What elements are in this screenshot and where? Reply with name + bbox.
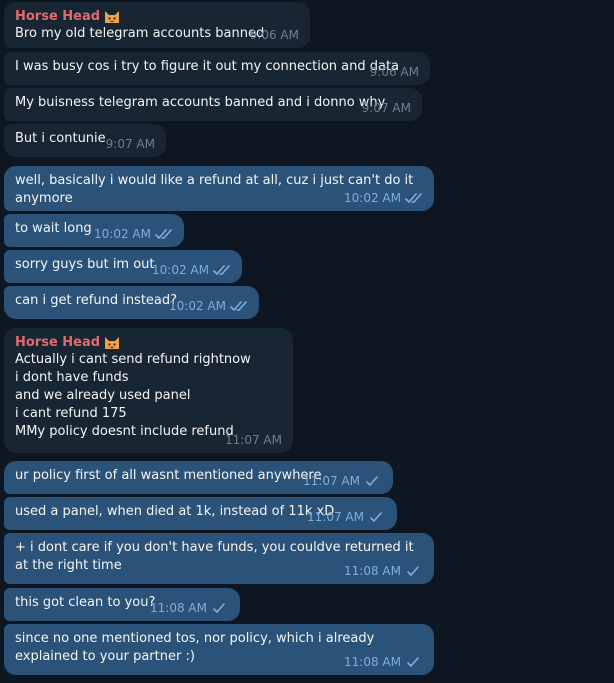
sender-name[interactable]: Horse Head	[15, 334, 282, 351]
message-time: 9:07 AM	[361, 101, 411, 115]
message-time: 10:02 AM	[344, 191, 401, 205]
message-meta: 11:07 AM	[303, 474, 382, 488]
message-text: My buisness telegram accounts banned and…	[15, 95, 386, 110]
single-check-icon	[405, 656, 423, 668]
message-meta: 11:08 AM	[344, 655, 423, 669]
message-meta: 10:02 AM	[94, 227, 173, 241]
outgoing-message[interactable]: can i get refund instead? 10:02 AM	[4, 286, 259, 319]
message-meta: 10:02 AM	[169, 299, 248, 313]
message-meta: 9:07 AM	[106, 137, 155, 151]
outgoing-message[interactable]: to wait long 10:02 AM	[4, 214, 184, 247]
message-time: 10:02 AM	[169, 299, 226, 313]
message-time: 11:07 AM	[225, 433, 282, 447]
message-time: 11:07 AM	[307, 510, 364, 524]
message-time: 9:07 AM	[105, 137, 155, 151]
message-meta: 11:07 AM	[225, 433, 282, 447]
message-time: 9:06 AM	[249, 28, 299, 42]
message-time: 10:02 AM	[152, 263, 209, 277]
sender-name-text: Horse Head	[15, 9, 101, 24]
single-check-icon	[364, 475, 382, 487]
incoming-message[interactable]: Horse Head Actually i cant send refund r…	[4, 328, 293, 453]
message-text: I was busy cos i try to figure it out my…	[15, 59, 400, 74]
message-meta: 11:07 AM	[307, 510, 386, 524]
outgoing-message[interactable]: ur policy first of all wasnt mentioned a…	[4, 461, 393, 494]
chat-history: Horse Head Bro my old telegram accounts …	[0, 0, 614, 683]
double-check-icon	[213, 264, 231, 276]
outgoing-message[interactable]: this got clean to you? 11:08 AM	[4, 588, 240, 621]
message-time: 11:08 AM	[344, 564, 401, 578]
message-time: 11:08 AM	[150, 601, 207, 615]
outgoing-message[interactable]: + i dont care if you don't have funds, y…	[4, 533, 434, 584]
double-check-icon	[405, 192, 423, 204]
double-check-icon	[230, 300, 248, 312]
message-meta: 9:06 AM	[370, 65, 419, 79]
incoming-message[interactable]: But i contunie 9:07 AM	[4, 124, 166, 157]
message-time: 10:02 AM	[94, 227, 151, 241]
message-time: 11:08 AM	[344, 655, 401, 669]
message-meta: 9:06 AM	[250, 28, 299, 42]
double-check-icon	[155, 228, 173, 240]
message-text: Actually i cant send refund rightnow i d…	[15, 352, 251, 439]
message-meta: 11:08 AM	[150, 601, 229, 615]
sender-name[interactable]: Horse Head	[15, 8, 299, 25]
incoming-message[interactable]: I was busy cos i try to figure it out my…	[4, 52, 430, 85]
incoming-message[interactable]: Horse Head Bro my old telegram accounts …	[4, 2, 310, 48]
sender-name-text: Horse Head	[15, 335, 101, 350]
outgoing-message[interactable]: sorry guys but im out 10:02 AM	[4, 250, 242, 283]
outgoing-message[interactable]: used a panel, when died at 1k, instead o…	[4, 497, 397, 530]
message-time: 11:07 AM	[303, 474, 360, 488]
outgoing-message[interactable]: well, basically i would like a refund at…	[4, 166, 434, 211]
incoming-message[interactable]: My buisness telegram accounts banned and…	[4, 88, 422, 121]
message-meta: 11:08 AM	[344, 564, 423, 578]
single-check-icon	[405, 565, 423, 577]
message-meta: 9:07 AM	[362, 101, 411, 115]
cat-emoji-icon	[104, 10, 120, 24]
single-check-icon	[211, 602, 229, 614]
message-meta: 10:02 AM	[152, 263, 231, 277]
cat-emoji-icon	[104, 336, 120, 350]
single-check-icon	[368, 511, 386, 523]
message-meta: 10:02 AM	[344, 191, 423, 205]
outgoing-message[interactable]: since no one mentioned tos, nor policy, …	[4, 624, 434, 675]
message-time: 9:06 AM	[369, 65, 419, 79]
